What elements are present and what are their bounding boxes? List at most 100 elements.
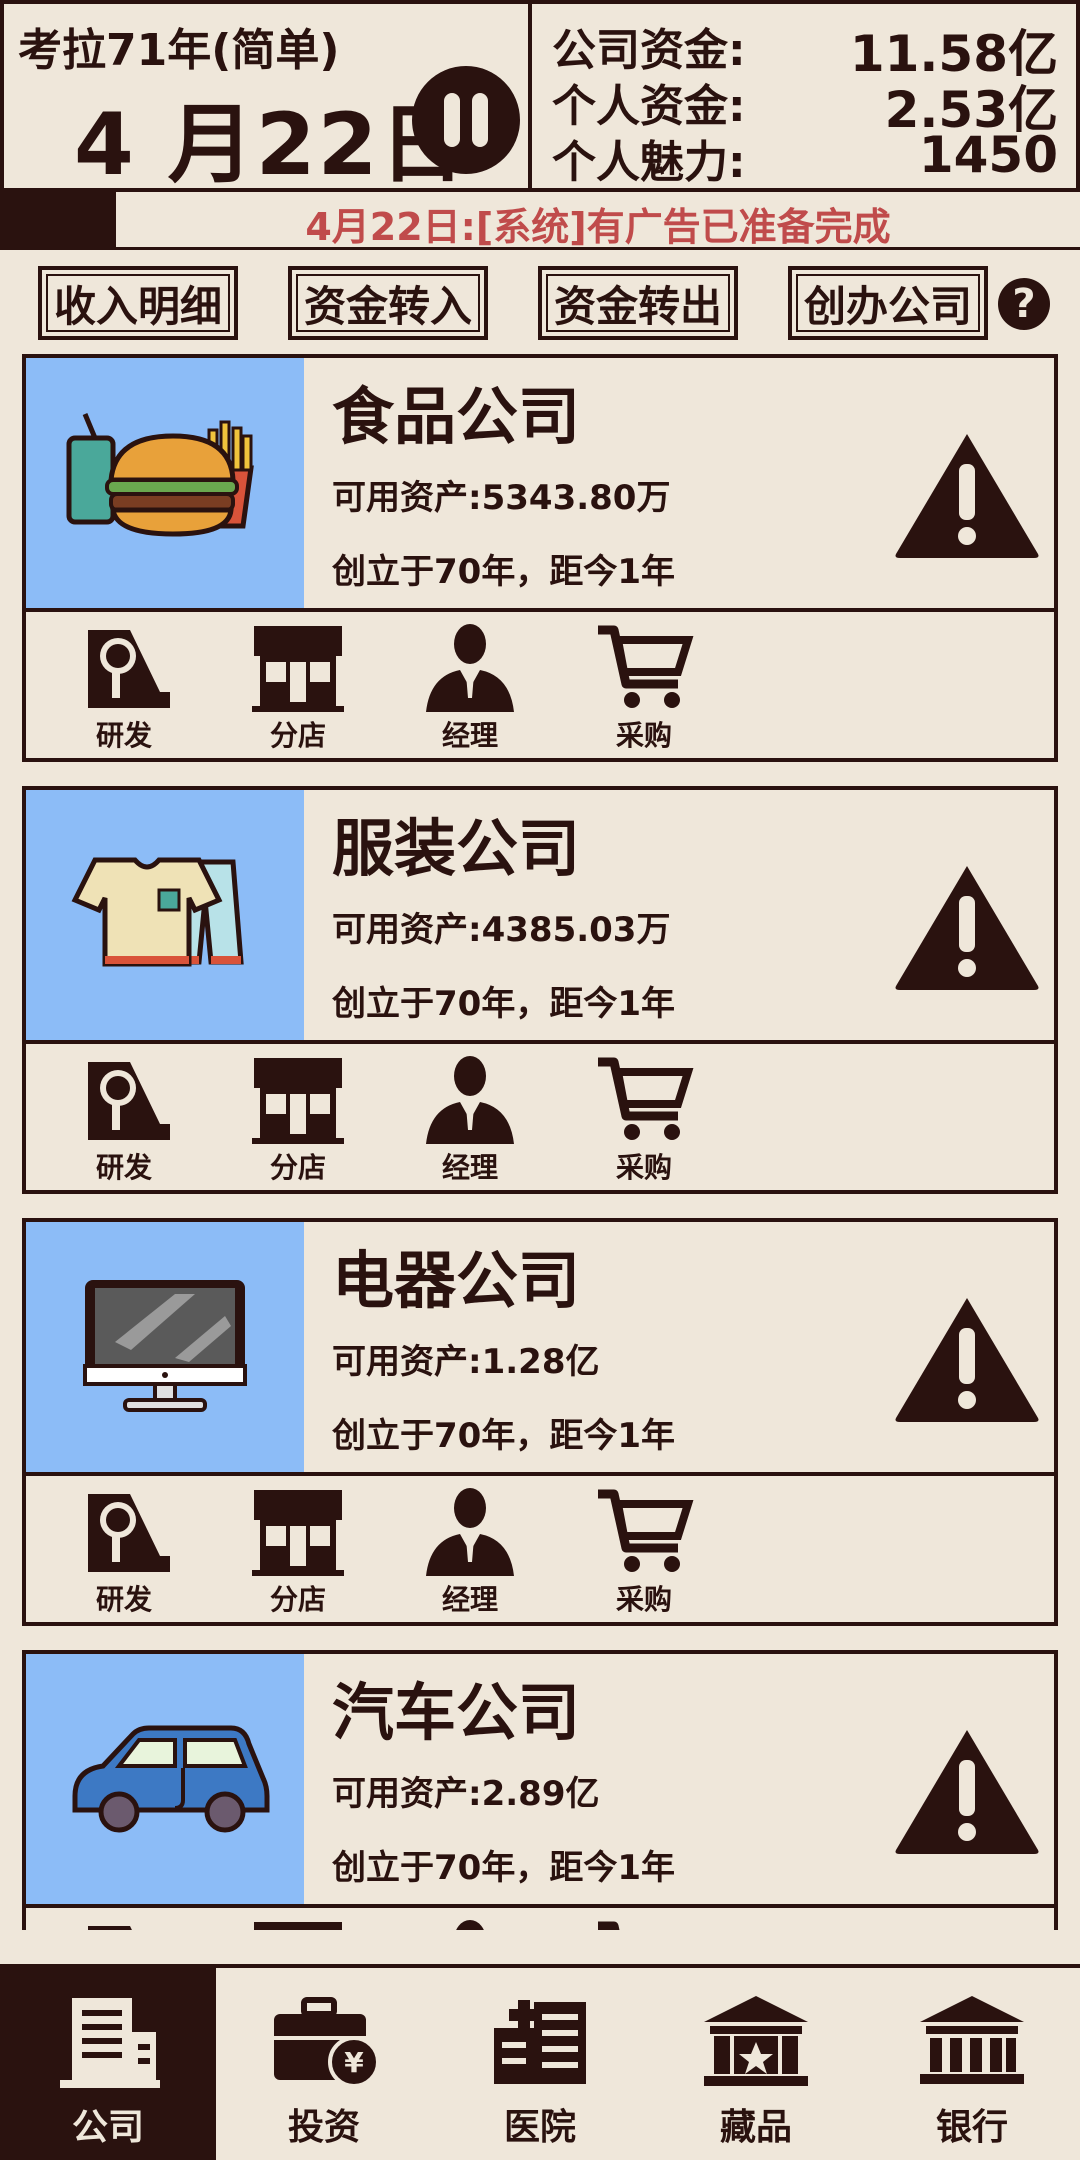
company-card-clothing[interactable]: 服装公司 可用资产:4385.03万 创立于70年，距今1年 研发 分店 经理 … xyxy=(22,786,1058,1196)
research-icon xyxy=(74,1918,174,1930)
company-list[interactable]: 食品公司 可用资产:5343.80万 创立于70年，距今1年 研发 分店 经理 … xyxy=(0,350,1080,1930)
research-button[interactable]: 研发 xyxy=(64,1054,184,1184)
current-date: 4 月22日 xyxy=(74,95,468,195)
system-message: 4月22日:[系统]有广告已准备完成 xyxy=(305,205,891,249)
warning-icon[interactable] xyxy=(892,1726,1042,1856)
research-button[interactable]: 研发 xyxy=(64,1918,184,1930)
warning-icon[interactable] xyxy=(892,430,1042,560)
manager-icon xyxy=(420,1486,520,1576)
company-assets: 可用资产:2.89亿 xyxy=(332,1774,600,1814)
burger-icon xyxy=(26,358,304,608)
manager-icon xyxy=(420,1918,520,1930)
cart-icon xyxy=(594,622,694,712)
date-panel: 考拉71年(简单) 4 月22日 xyxy=(0,0,528,195)
hospital-icon xyxy=(494,2000,586,2084)
company-name: 电器公司 xyxy=(332,1244,581,1317)
company-name: 食品公司 xyxy=(332,380,581,453)
tab-bank[interactable]: 银行 xyxy=(864,1968,1080,2160)
company-funds-row: 公司资金: 11.58亿 xyxy=(552,14,1058,83)
office-building-icon xyxy=(60,1998,160,2088)
difficulty-label: 考拉71年(简单) xyxy=(18,25,340,76)
cart-icon xyxy=(594,1054,694,1144)
company-card-electronics[interactable]: 电器公司 可用资产:1.28亿 创立于70年，距今1年 研发 分店 经理 采购 xyxy=(22,1218,1058,1628)
company-card-auto[interactable]: 汽车公司 可用资产:2.89亿 创立于70年，距今1年 研发 分店 经理 采购 xyxy=(22,1650,1058,1930)
clothes-icon xyxy=(26,790,304,1040)
top-header: 考拉71年(简单) 4 月22日 公司资金: 11.58亿 个人资金: 2.53… xyxy=(0,0,1080,195)
company-actions: 研发 分店 经理 采购 xyxy=(22,1908,1058,1930)
tab-label: 公司 xyxy=(71,2107,144,2148)
manager-button[interactable]: 经理 xyxy=(410,1486,530,1616)
research-icon xyxy=(74,1486,174,1576)
tab-label: 银行 xyxy=(935,2107,1008,2148)
bottom-nav: 公司 ¥ 投资 医院 藏品 银行 xyxy=(0,1964,1080,2160)
manager-icon xyxy=(420,1054,520,1144)
personal-funds-label: 个人资金: xyxy=(552,81,746,132)
tab-hospital[interactable]: 医院 xyxy=(432,1968,648,2160)
income-details-button[interactable]: 收入明细 xyxy=(38,266,238,340)
research-button[interactable]: 研发 xyxy=(64,1486,184,1616)
personal-funds-row: 个人资金: 2.53亿 xyxy=(552,70,1058,139)
research-icon xyxy=(74,622,174,712)
tab-collection[interactable]: 藏品 xyxy=(648,1968,864,2160)
museum-icon xyxy=(704,1996,808,2086)
tab-company[interactable]: 公司 xyxy=(0,1968,216,2160)
company-card-food[interactable]: 食品公司 可用资产:5343.80万 创立于70年，距今1年 研发 分店 经理 … xyxy=(22,354,1058,764)
company-actions: 研发 分店 经理 采购 xyxy=(22,612,1058,762)
tab-invest[interactable]: ¥ 投资 xyxy=(216,1968,432,2160)
charm-label: 个人魅力: xyxy=(552,137,746,188)
shop-icon xyxy=(248,622,348,712)
branch-button[interactable]: 分店 xyxy=(238,1918,358,1930)
warning-icon[interactable] xyxy=(892,1294,1042,1424)
purchase-button[interactable]: 采购 xyxy=(584,1054,704,1184)
shop-icon xyxy=(248,1486,348,1576)
research-button[interactable]: 研发 xyxy=(64,622,184,752)
manager-button[interactable]: 经理 xyxy=(410,1918,530,1930)
shop-icon xyxy=(248,1918,348,1930)
purchase-button[interactable]: 采购 xyxy=(584,622,704,752)
car-icon xyxy=(26,1654,304,1904)
pause-button[interactable] xyxy=(412,66,520,174)
company-assets: 可用资产:4385.03万 xyxy=(332,910,671,950)
charm-value: 1450 xyxy=(918,126,1058,184)
warning-icon[interactable] xyxy=(892,862,1042,992)
tab-label: 投资 xyxy=(287,2107,360,2148)
help-icon[interactable]: ? xyxy=(998,278,1050,330)
research-icon xyxy=(74,1054,174,1144)
transfer-out-button[interactable]: 资金转出 xyxy=(538,266,738,340)
pause-icon xyxy=(444,93,460,147)
company-name: 汽车公司 xyxy=(332,1676,581,1749)
tab-label: 医院 xyxy=(503,2107,576,2148)
company-assets: 可用资产:5343.80万 xyxy=(332,478,671,518)
tab-label: 藏品 xyxy=(719,2107,792,2148)
company-actions: 研发 分店 经理 采购 xyxy=(22,1044,1058,1194)
shop-icon xyxy=(248,1054,348,1144)
cart-icon xyxy=(594,1486,694,1576)
company-info[interactable]: 食品公司 可用资产:5343.80万 创立于70年，距今1年 xyxy=(22,354,1058,612)
branch-button[interactable]: 分店 xyxy=(238,1486,358,1616)
charm-row: 个人魅力: 1450 xyxy=(552,126,1058,188)
company-name: 服装公司 xyxy=(332,812,581,885)
monitor-icon xyxy=(26,1222,304,1472)
manager-icon xyxy=(420,622,520,712)
cart-icon xyxy=(594,1918,694,1930)
branch-button[interactable]: 分店 xyxy=(238,622,358,752)
manager-button[interactable]: 经理 xyxy=(410,622,530,752)
purchase-button[interactable]: 采购 xyxy=(584,1918,704,1930)
company-funds-label: 公司资金: xyxy=(552,25,746,76)
company-actions: 研发 分店 经理 采购 xyxy=(22,1476,1058,1626)
briefcase-yen-icon: ¥ xyxy=(274,1997,380,2088)
transfer-in-button[interactable]: 资金转入 xyxy=(288,266,488,340)
message-bar-indicator xyxy=(0,192,116,247)
company-assets: 可用资产:1.28亿 xyxy=(332,1342,600,1382)
company-founded: 创立于70年，距今1年 xyxy=(332,1416,675,1456)
funds-panel: 公司资金: 11.58亿 个人资金: 2.53亿 个人魅力: 1450 xyxy=(528,0,1080,192)
manager-button[interactable]: 经理 xyxy=(410,1054,530,1184)
company-info[interactable]: 汽车公司 可用资产:2.89亿 创立于70年，距今1年 xyxy=(22,1650,1058,1908)
company-founded: 创立于70年，距今1年 xyxy=(332,1848,675,1888)
branch-button[interactable]: 分店 xyxy=(238,1054,358,1184)
found-company-button[interactable]: 创办公司 xyxy=(788,266,988,340)
purchase-button[interactable]: 采购 xyxy=(584,1486,704,1616)
message-bar[interactable]: 4月22日:[系统]有广告已准备完成 xyxy=(0,192,1080,250)
company-info[interactable]: 服装公司 可用资产:4385.03万 创立于70年，距今1年 xyxy=(22,786,1058,1044)
company-info[interactable]: 电器公司 可用资产:1.28亿 创立于70年，距今1年 xyxy=(22,1218,1058,1476)
